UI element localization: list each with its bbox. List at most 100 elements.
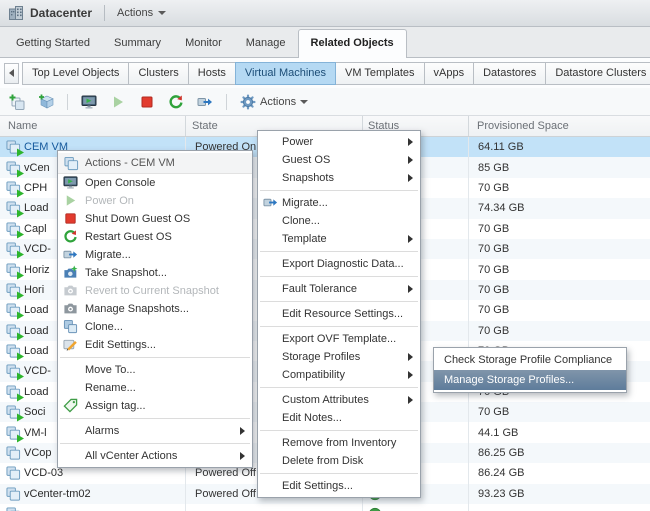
subtab-vm-templates[interactable]: VM Templates [335,62,425,85]
tab-manage[interactable]: Manage [234,30,298,57]
vm-name: Capl [24,223,47,235]
menu-item-clone[interactable]: Clone... [58,318,252,336]
table-row[interactable] [0,504,650,511]
tab-related-objects[interactable]: Related Objects [298,29,407,58]
vm-icon [6,262,21,277]
menu-item-rename[interactable]: Rename... [58,379,252,397]
menu-item-compatibility[interactable]: Compatibility [258,366,420,384]
tab-getting-started[interactable]: Getting Started [4,30,102,57]
vm-icon [6,405,21,420]
menu-item-check-storage-profile-compliance[interactable]: Check Storage Profile Compliance [434,350,626,370]
shut-down-button[interactable] [136,92,158,112]
menu-separator [58,415,252,422]
menu-item-migrate[interactable]: Migrate... [258,194,420,212]
menu-item-guest-os[interactable]: Guest OS [258,151,420,169]
menu-item-clone[interactable]: Clone... [258,212,420,230]
menu-item-template[interactable]: Template [258,230,420,248]
menu-item-all-vcenter-actions[interactable]: All vCenter Actions [58,447,252,465]
vm-state: Powered Off [195,488,256,500]
subtab-top-level-objects[interactable]: Top Level Objects [22,62,129,85]
menu-item-export-diagnostic-data[interactable]: Export Diagnostic Data... [258,255,420,273]
menu-item-move-to[interactable]: Move To... [58,361,252,379]
menu-separator [258,187,420,194]
menu-item-power[interactable]: Power [258,133,420,151]
vm-state: Powered Off [195,467,256,479]
open-console-button[interactable] [78,92,100,112]
menu-item-edit-settings[interactable]: Edit Settings... [258,477,420,495]
menu-item-storage-profiles[interactable]: Storage Profiles [258,348,420,366]
toolbar-actions-button[interactable]: Actions [237,92,311,112]
tab-monitor[interactable]: Monitor [173,30,234,57]
gear-icon [240,94,256,110]
vm-provisioned-space: 74.34 GB [478,202,524,214]
new-vm-button[interactable] [6,92,28,112]
submenu-arrow-icon [408,285,413,293]
vm-provisioned-space: 64.11 GB [478,141,524,153]
snapshot-manage-icon [63,301,78,316]
menu-item-label: Fault Tolerance [282,283,357,295]
menu-item-snapshots[interactable]: Snapshots [258,169,420,187]
menu-item-assign-tag[interactable]: Assign tag... [58,397,252,415]
vm-icon [6,384,21,399]
menu-item-fault-tolerance[interactable]: Fault Tolerance [258,280,420,298]
vm-provisioned-space: 70 GB [478,243,509,255]
subtab-datastores[interactable]: Datastores [473,62,546,85]
menu-item-remove-from-inventory[interactable]: Remove from Inventory [258,434,420,452]
menu-item-manage-storage-profiles[interactable]: Manage Storage Profiles... [434,370,626,390]
vm-name: CPH [24,182,47,194]
column-header-state[interactable]: State [192,120,218,132]
subtab-clusters[interactable]: Clusters [128,62,188,85]
vm-provisioned-space: 44.1 GB [478,427,518,439]
menu-item-label: Rename... [85,382,136,394]
migrate-button[interactable] [194,92,216,112]
column-divider [468,116,469,136]
tab-summary[interactable]: Summary [102,30,173,57]
datacenter-icon [8,5,24,21]
menu-item-label: Edit Settings... [85,339,156,351]
menu-item-edit-settings[interactable]: Edit Settings... [58,336,252,354]
column-divider [185,116,186,136]
tab-scroll-left-button[interactable] [4,63,19,84]
subtab-virtual-machines[interactable]: Virtual Machines [235,62,336,85]
menu-item-restart-guest-os[interactable]: Restart Guest OS [58,228,252,246]
toolbar-actions-label: Actions [260,96,296,108]
vm-name: Load [24,345,48,357]
vm-icon [64,156,79,171]
power-on-button[interactable] [107,92,129,112]
menu-item-take-snapshot[interactable]: Take Snapshot... [58,264,252,282]
column-header-name[interactable]: Name [8,120,37,132]
vm-toolbar: Actions [0,88,650,116]
menu-item-custom-attributes[interactable]: Custom Attributes [258,391,420,409]
menu-item-migrate[interactable]: Migrate... [58,246,252,264]
subtab-datastore-clusters[interactable]: Datastore Clusters [545,62,650,85]
subtab-vapps[interactable]: vApps [424,62,475,85]
menu-item-delete-from-disk[interactable]: Delete from Disk [258,452,420,470]
menu-item-manage-snapshots[interactable]: Manage Snapshots... [58,300,252,318]
menu-item-export-ovf-template[interactable]: Export OVF Template... [258,330,420,348]
menu-item-power-on[interactable]: Power On [58,192,252,210]
column-header-provisioned-space[interactable]: Provisioned Space [477,120,569,132]
toolbar-separator [67,94,68,110]
menu-item-label: Compatibility [282,369,345,381]
menu-item-label: Remove from Inventory [282,437,396,449]
menu-item-shut-down-guest-os[interactable]: Shut Down Guest OS [58,210,252,228]
vm-provisioned-space: 70 GB [478,304,509,316]
object-actions-button[interactable]: Actions [117,7,166,19]
menu-item-edit-resource-settings[interactable]: Edit Resource Settings... [258,305,420,323]
vm-icon [6,466,21,481]
vm-provisioned-space: 70 GB [478,264,509,276]
menu-item-alarms[interactable]: Alarms [58,422,252,440]
menu-separator [58,354,252,361]
subtab-hosts[interactable]: Hosts [188,62,236,85]
menu-item-label: Power [282,136,313,148]
context-menu-header: Actions - CEM VM [58,153,252,174]
menu-item-edit-notes[interactable]: Edit Notes... [258,409,420,427]
vm-icon [6,201,21,216]
menu-item-revert-to-current-snapshot[interactable]: Revert to Current Snapshot [58,282,252,300]
restart-button[interactable] [165,92,187,112]
vm-icon [6,221,21,236]
menu-item-open-console[interactable]: Open Console [58,174,252,192]
new-vapp-button[interactable] [35,92,57,112]
clone-icon [63,319,78,334]
vm-provisioned-space: 93.23 GB [478,488,524,500]
